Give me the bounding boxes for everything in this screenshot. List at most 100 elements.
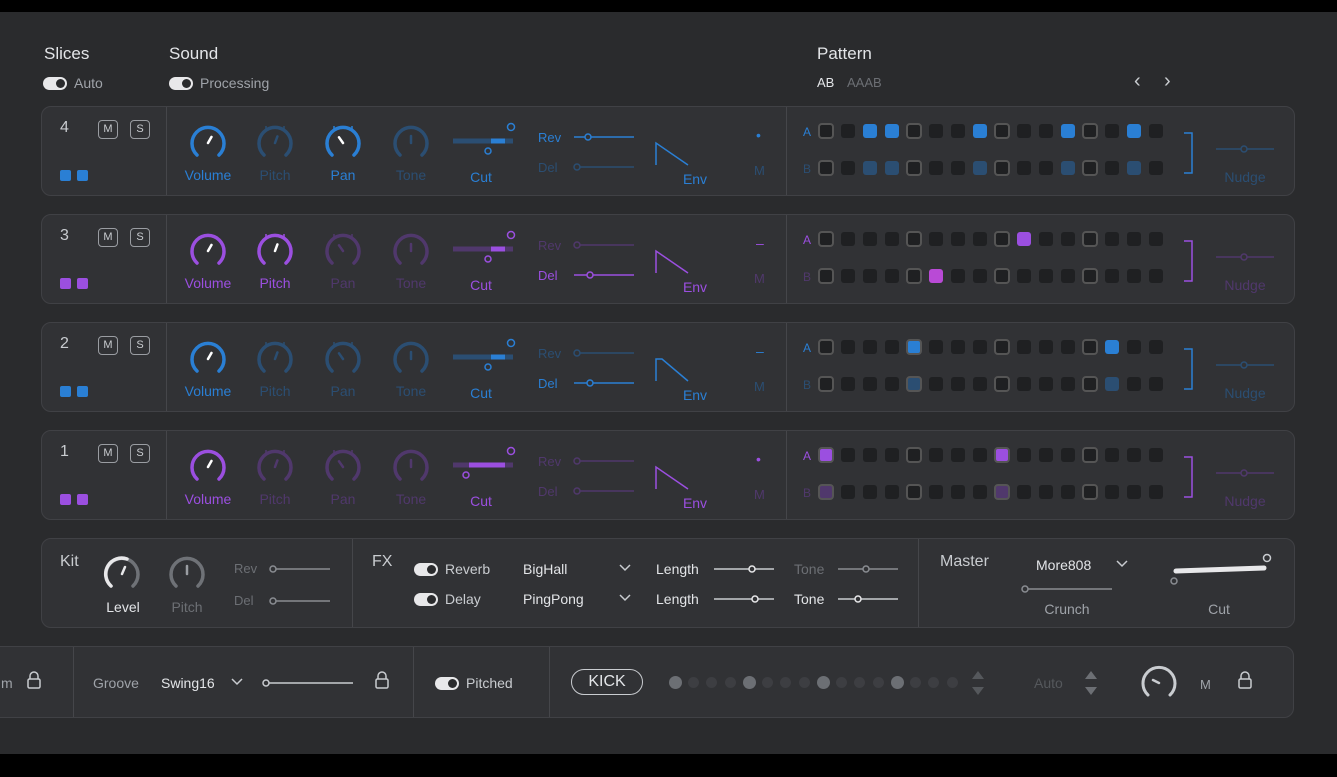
pattern-step[interactable] — [1039, 232, 1053, 246]
pattern-next-button[interactable]: › — [1164, 70, 1171, 93]
pattern-step[interactable] — [906, 268, 922, 284]
pattern-step[interactable] — [1149, 377, 1163, 391]
pattern-step[interactable] — [885, 269, 899, 283]
envelope-icon[interactable] — [654, 135, 694, 169]
groove-slider[interactable] — [261, 677, 355, 689]
pattern-step[interactable] — [818, 268, 834, 284]
pattern-step[interactable] — [1039, 340, 1053, 354]
pattern-step[interactable] — [841, 377, 855, 391]
pattern-step[interactable] — [1039, 124, 1053, 138]
pattern-step[interactable] — [818, 231, 834, 247]
rev-slider[interactable] — [572, 347, 636, 359]
pattern-step[interactable] — [1127, 377, 1141, 391]
lock-icon[interactable] — [1238, 671, 1252, 689]
lock-icon[interactable] — [27, 671, 41, 689]
pattern-step[interactable] — [863, 340, 877, 354]
solo-button[interactable]: S — [130, 120, 150, 139]
pattern-step[interactable] — [973, 161, 987, 175]
mute-button[interactable]: M — [98, 336, 118, 355]
pattern-step[interactable] — [1061, 161, 1075, 175]
pattern-step[interactable] — [1105, 161, 1119, 175]
pattern-step[interactable] — [1127, 124, 1141, 138]
pattern-step[interactable] — [1039, 485, 1053, 499]
pattern-step[interactable] — [1082, 160, 1098, 176]
kick-step[interactable] — [891, 676, 904, 689]
nudge-slider[interactable] — [1214, 467, 1276, 479]
pattern-step[interactable] — [1017, 485, 1031, 499]
mute-button[interactable]: M — [98, 228, 118, 247]
delay-length-slider[interactable] — [712, 593, 776, 605]
pattern-step[interactable] — [994, 268, 1010, 284]
pattern-step[interactable] — [885, 377, 899, 391]
reverb-length-slider[interactable] — [712, 563, 776, 575]
pattern-step[interactable] — [994, 160, 1010, 176]
pattern-step[interactable] — [1149, 124, 1163, 138]
pitch-knob[interactable] — [255, 231, 295, 271]
pattern-step[interactable] — [863, 448, 877, 462]
kick-step[interactable] — [761, 677, 773, 688]
kick-step[interactable] — [724, 677, 736, 688]
del-slider[interactable] — [572, 485, 636, 497]
pattern-step[interactable] — [818, 339, 834, 355]
pan-knob[interactable] — [323, 231, 363, 271]
up-down-arrows-icon[interactable] — [1084, 669, 1098, 697]
volume-knob[interactable] — [188, 339, 228, 379]
pattern-step[interactable] — [1017, 340, 1031, 354]
pattern-step[interactable] — [885, 448, 899, 462]
pattern-step[interactable] — [906, 447, 922, 463]
pattern-step[interactable] — [951, 448, 965, 462]
pattern-step[interactable] — [929, 448, 943, 462]
mute-button[interactable]: M — [98, 120, 118, 139]
pattern-step[interactable] — [818, 160, 834, 176]
pattern-step[interactable] — [1017, 448, 1031, 462]
pattern-step[interactable] — [863, 485, 877, 499]
pattern-step[interactable] — [929, 232, 943, 246]
pattern-step[interactable] — [841, 124, 855, 138]
pattern-step[interactable] — [1105, 124, 1119, 138]
kit-pitch-knob[interactable] — [167, 554, 207, 594]
pattern-step[interactable] — [929, 269, 943, 283]
pattern-step[interactable] — [973, 124, 987, 138]
volume-knob[interactable] — [188, 123, 228, 163]
pattern-step[interactable] — [818, 123, 834, 139]
pattern-step[interactable] — [973, 269, 987, 283]
pattern-step[interactable] — [1127, 448, 1141, 462]
kick-step[interactable] — [817, 676, 830, 689]
pattern-step[interactable] — [1082, 376, 1098, 392]
pattern-step[interactable] — [1061, 232, 1075, 246]
pattern-step[interactable] — [951, 377, 965, 391]
pattern-step[interactable] — [1017, 377, 1031, 391]
pattern-step[interactable] — [885, 232, 899, 246]
kick-step[interactable] — [743, 676, 756, 689]
master-preset-select[interactable]: More808 — [1036, 557, 1091, 573]
solo-button[interactable]: S — [130, 336, 150, 355]
rev-slider[interactable] — [572, 455, 636, 467]
pattern-aaab-option[interactable]: AAAB — [847, 75, 882, 90]
pattern-step[interactable] — [1082, 447, 1098, 463]
pattern-prev-button[interactable]: ‹ — [1134, 70, 1141, 93]
pattern-step[interactable] — [1105, 269, 1119, 283]
pattern-step[interactable] — [1061, 269, 1075, 283]
kick-step[interactable] — [706, 677, 717, 688]
pattern-step[interactable] — [906, 376, 922, 392]
master-cut-slider[interactable] — [1166, 551, 1276, 587]
pattern-step[interactable] — [1127, 485, 1141, 499]
pattern-step[interactable] — [906, 123, 922, 139]
cut-slider[interactable] — [450, 119, 520, 159]
pattern-step[interactable] — [863, 377, 877, 391]
pattern-step[interactable] — [1105, 340, 1119, 354]
pattern-step[interactable] — [1127, 232, 1141, 246]
reverb-toggle[interactable]: Reverb — [414, 561, 490, 577]
pitch-knob[interactable] — [255, 339, 295, 379]
pattern-step[interactable] — [863, 124, 877, 138]
pattern-step[interactable] — [1061, 485, 1075, 499]
kit-level-knob[interactable] — [102, 554, 142, 594]
pattern-step[interactable] — [818, 376, 834, 392]
pattern-step[interactable] — [841, 485, 855, 499]
del-slider[interactable] — [572, 269, 636, 281]
pattern-step[interactable] — [1061, 340, 1075, 354]
pattern-step[interactable] — [885, 340, 899, 354]
pitch-knob[interactable] — [255, 447, 295, 487]
delay-toggle[interactable]: Delay — [414, 591, 481, 607]
pattern-step[interactable] — [973, 377, 987, 391]
